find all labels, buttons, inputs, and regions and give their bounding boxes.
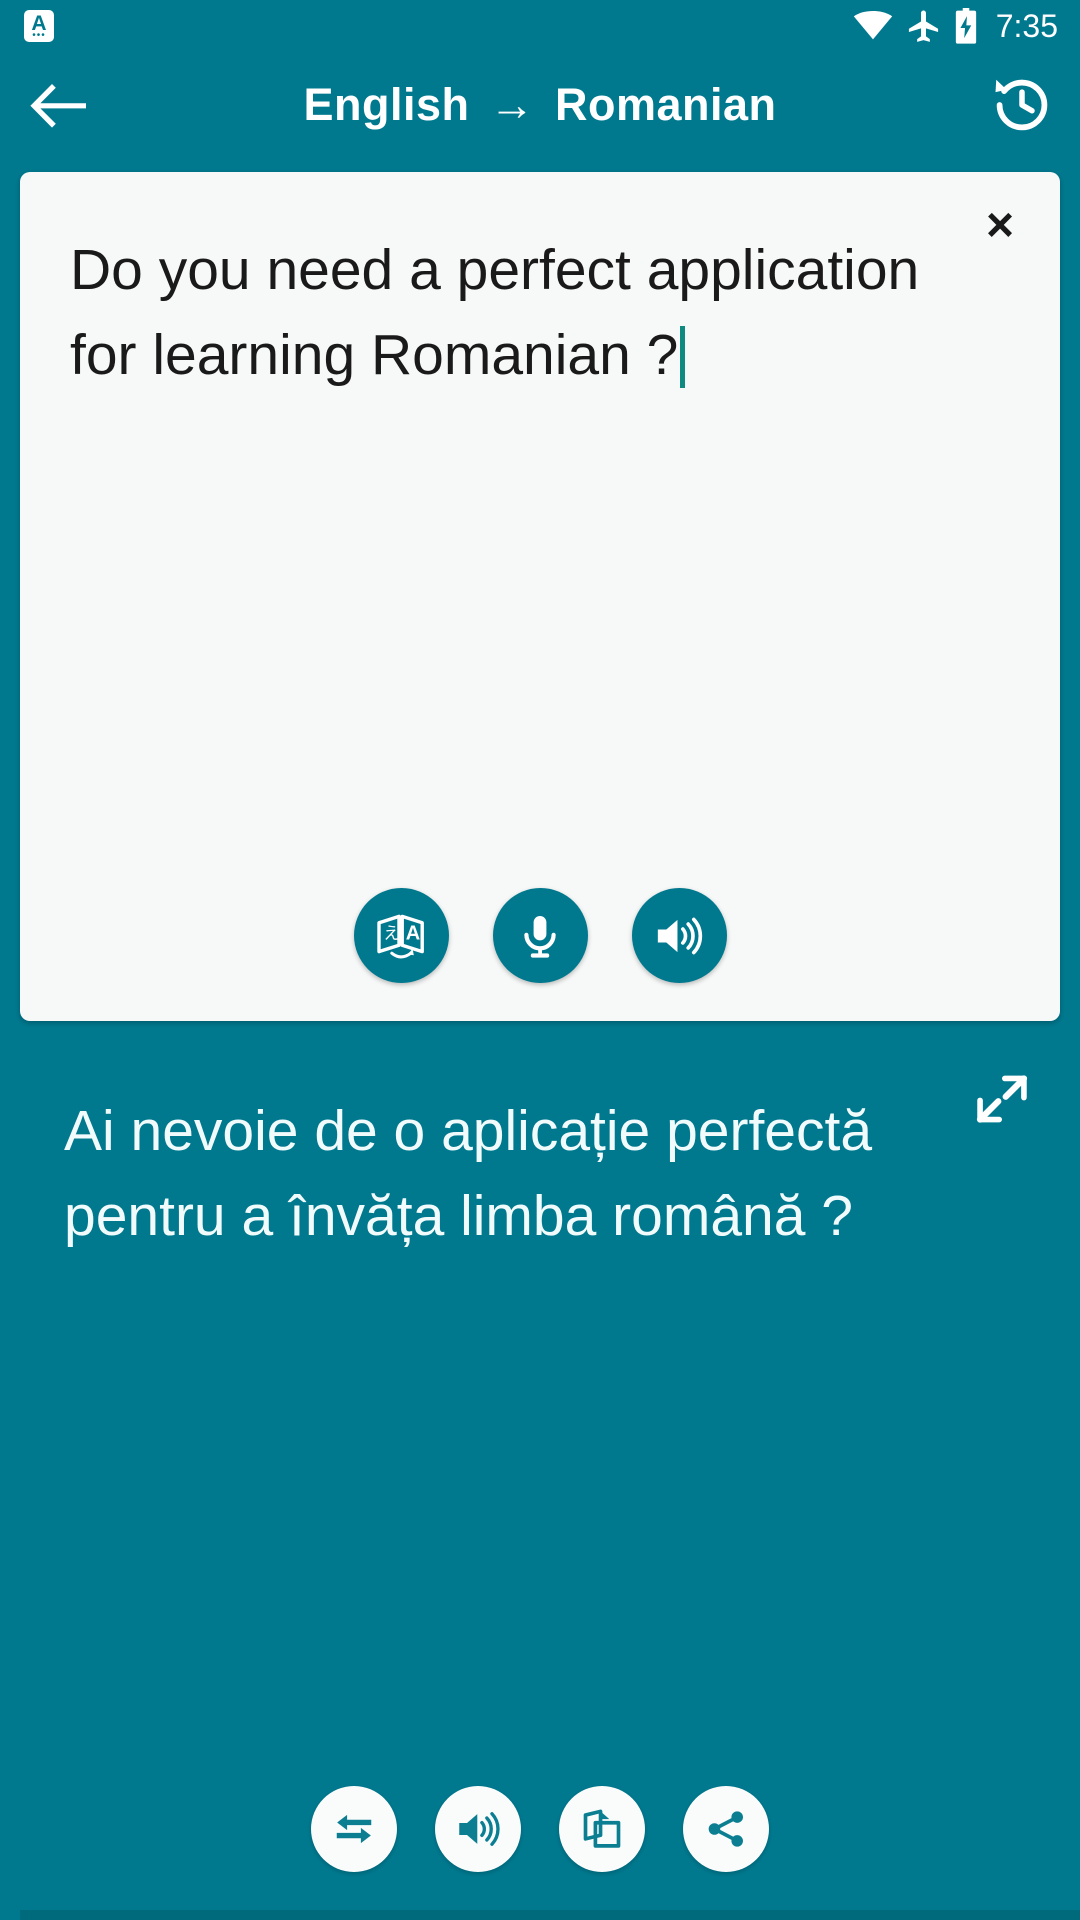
- swap-arrows-icon: [336, 1814, 372, 1844]
- status-bar-left: A •••: [24, 10, 54, 42]
- clear-text-button[interactable]: ×: [954, 180, 1046, 272]
- app-root: A ••• 7:35 English → Romanian × Do you n…: [0, 0, 1080, 1920]
- notification-app-icon: A •••: [24, 10, 54, 42]
- speak-source-button[interactable]: [631, 888, 727, 983]
- speaker-icon: [459, 1812, 500, 1846]
- expand-fullscreen-icon: [976, 1075, 1028, 1123]
- source-actions-row: え A: [20, 888, 1060, 983]
- source-text-value: Do you need a perfect application for le…: [70, 238, 936, 387]
- airplane-mode-icon: [908, 10, 938, 42]
- source-text-card[interactable]: × Do you need a perfect application for …: [20, 172, 1060, 1021]
- microphone-button[interactable]: [492, 888, 588, 983]
- text-caret: [680, 326, 686, 388]
- translate-button[interactable]: え A: [353, 888, 449, 983]
- svg-text:A: A: [406, 922, 420, 944]
- source-language-label: English: [303, 78, 470, 130]
- target-language-label: Romanian: [554, 78, 777, 130]
- battery-charging-icon: [955, 8, 976, 44]
- history-button[interactable]: [986, 69, 1058, 141]
- back-arrow-icon: [30, 83, 86, 128]
- share-icon: [708, 1811, 743, 1847]
- copy-icon: [583, 1809, 621, 1848]
- swap-languages-button[interactable]: [311, 1786, 397, 1872]
- status-bar-clock: 7:35: [995, 7, 1058, 44]
- translation-actions-row: [20, 1786, 1060, 1872]
- svg-text:え: え: [383, 923, 400, 943]
- language-pair-title: English → Romanian: [0, 79, 1080, 131]
- app-bar: English → Romanian: [0, 52, 1080, 157]
- close-icon: ×: [985, 199, 1015, 252]
- source-text-input[interactable]: Do you need a perfect application for le…: [70, 228, 950, 398]
- history-icon: [995, 79, 1048, 130]
- bottom-edge-strip: [20, 1910, 1080, 1920]
- notification-app-dots: •••: [32, 29, 46, 41]
- arrow-right-icon: →: [489, 78, 535, 130]
- share-button[interactable]: [683, 1786, 769, 1872]
- copy-button[interactable]: [559, 1786, 645, 1872]
- microphone-icon: [524, 915, 556, 958]
- status-bar: A ••• 7:35: [0, 0, 1080, 52]
- speak-translation-button[interactable]: [435, 1786, 521, 1872]
- translation-text: Ai nevoie de o aplicație perfectă pentru…: [64, 1099, 888, 1248]
- expand-button[interactable]: [962, 1059, 1042, 1139]
- speaker-icon: [657, 917, 703, 954]
- translate-icon: え A: [377, 914, 424, 958]
- wifi-icon: [853, 11, 892, 40]
- back-button[interactable]: [24, 70, 94, 140]
- translation-result-card[interactable]: Ai nevoie de o aplicație perfectă pentru…: [20, 1041, 1080, 1920]
- status-bar-right: 7:35: [853, 8, 1058, 45]
